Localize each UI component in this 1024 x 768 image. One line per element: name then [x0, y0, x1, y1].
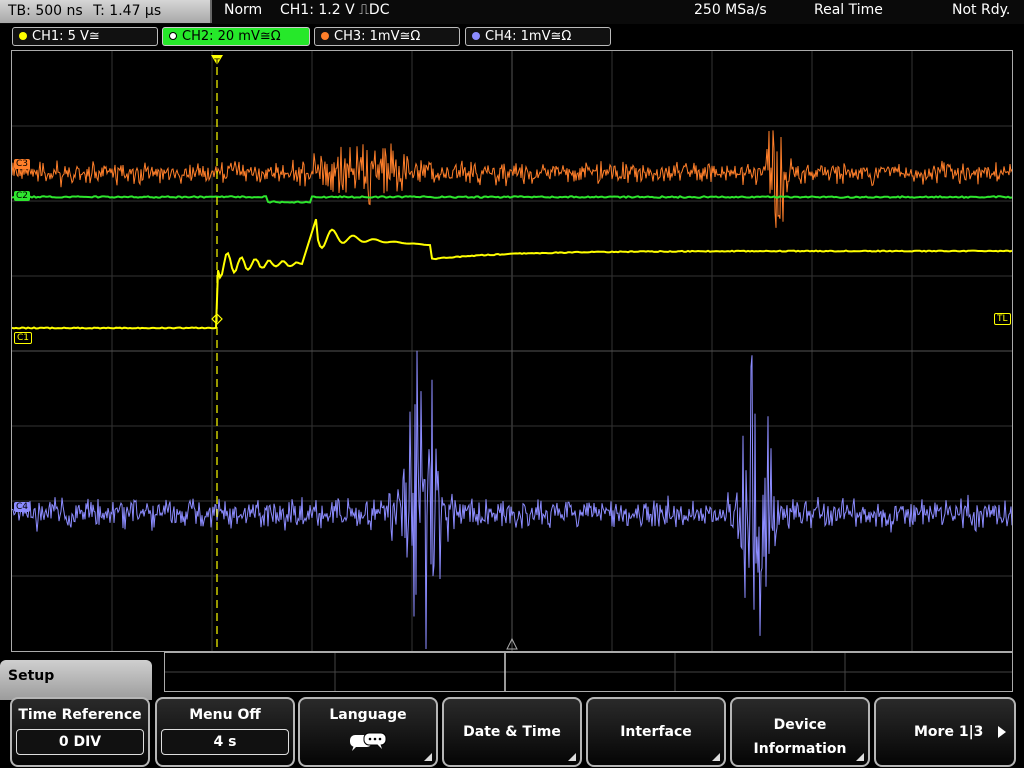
submenu-corner-icon — [568, 753, 576, 761]
interface-softkey[interactable]: Interface — [586, 697, 726, 767]
waveform-display[interactable]: T C3 C2 C1 C4 TL — [11, 50, 1013, 652]
language-softkey[interactable]: Language — [298, 697, 438, 767]
date-time-softkey[interactable]: Date & Time — [442, 697, 582, 767]
timebase-label: TB: 500 ns — [8, 3, 83, 19]
ch2-offset-marker[interactable]: C2 — [14, 191, 31, 201]
submenu-corner-icon — [712, 753, 720, 761]
channel-tab-ch4[interactable]: CH4: 1mV≅Ω — [465, 27, 611, 46]
trigger-level-marker[interactable]: TL — [994, 313, 1011, 325]
ch2-dot-icon — [169, 32, 177, 40]
channel-tab-ch3[interactable]: CH3: 1mV≅Ω — [314, 27, 460, 46]
time-reference-label: Time Reference — [18, 707, 142, 723]
acquisition-mode: Real Time — [814, 2, 883, 18]
acquisition-status: Not Rdy. — [952, 2, 1011, 18]
menu-title-tab: Setup — [0, 660, 152, 700]
trigger-info[interactable]: CH1: 1.2 V ⎍DC — [280, 2, 389, 18]
menu-off-label: Menu Off — [189, 707, 261, 723]
device-information-label: Device Information — [753, 717, 847, 757]
ch3-offset-marker[interactable]: C3 — [14, 159, 31, 169]
submenu-corner-icon — [424, 753, 432, 761]
ch3-label: CH3: 1mV≅Ω — [334, 29, 421, 44]
trigger-pos-text: T — [213, 58, 220, 68]
menu-off-softkey[interactable]: Menu Off 4 s — [155, 697, 295, 767]
trigger-mode[interactable]: Norm — [224, 2, 262, 18]
channel-tab-ch2[interactable]: CH2: 20 mV≅Ω — [162, 27, 310, 46]
ch2-label: CH2: 20 mV≅Ω — [182, 29, 281, 44]
ch1-offset-marker[interactable]: C1 — [14, 332, 33, 344]
ch1-label: CH1: 5 V≅ — [32, 29, 100, 44]
sample-rate: 250 MSa/s — [694, 2, 767, 18]
ch4-label: CH4: 1mV≅Ω — [485, 29, 572, 44]
ch4-offset-marker[interactable]: C4 — [14, 502, 31, 512]
date-time-label: Date & Time — [463, 724, 561, 740]
time-reference-value: 0 DIV — [16, 729, 144, 755]
device-information-softkey[interactable]: Device Information — [730, 697, 870, 767]
language-label: Language — [329, 707, 407, 723]
menu-title: Setup — [8, 668, 55, 684]
graticule-grid — [12, 51, 1012, 651]
overview-grid — [165, 653, 1012, 691]
speech-bubble-icon — [300, 731, 436, 757]
menu-off-value: 4 s — [161, 729, 289, 755]
submenu-corner-icon — [856, 753, 864, 761]
interface-label: Interface — [620, 724, 692, 740]
more-label: More 1|3 — [914, 724, 984, 740]
time-reference-softkey[interactable]: Time Reference 0 DIV — [10, 697, 150, 767]
trigger-time-label: T: 1.47 µs — [93, 3, 162, 19]
channel-tab-ch1[interactable]: CH1: 5 V≅ — [12, 27, 158, 46]
more-softkey[interactable]: More 1|3 — [874, 697, 1016, 767]
next-page-arrow-icon — [998, 726, 1006, 738]
ch4-dot-icon — [472, 32, 480, 40]
ch1-dot-icon — [19, 32, 27, 40]
ch3-dot-icon — [321, 32, 329, 40]
zoom-overview-strip — [164, 652, 1013, 692]
waveform-canvas: T — [12, 51, 1012, 651]
timebase-box[interactable]: TB: 500 ns T: 1.47 µs — [0, 0, 212, 23]
